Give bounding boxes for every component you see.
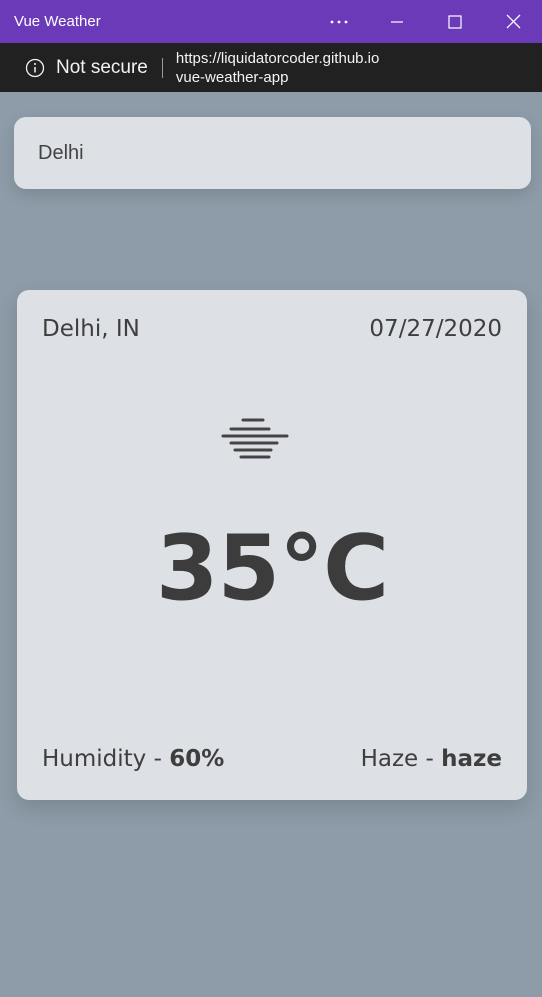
maximize-button[interactable] [426,0,484,43]
close-icon [506,14,520,29]
ellipsis-icon [330,20,348,23]
info-icon[interactable] [25,58,45,78]
address-separator [161,57,163,78]
window-titlebar: Vue Weather [0,0,542,43]
humidity-label: Humidity - [42,746,170,772]
window-title: Vue Weather [14,13,101,30]
city-search-input[interactable] [14,117,531,189]
url-path: vue-weather-app [175,68,289,86]
condition-label: Haze - [360,746,442,772]
close-button[interactable] [484,0,542,43]
url-text[interactable]: https://liquidatorcoder.github.io vue-we… [176,49,379,87]
url-host: https://liquidatorcoder.github.io [175,49,380,67]
security-status[interactable]: Not secure [56,57,148,79]
address-bar[interactable]: Not secure https://liquidatorcoder.githu… [0,43,542,92]
humidity-info: Humidity - 60% [42,746,224,772]
maximize-icon [448,14,462,29]
weather-card: Delhi, IN 07/27/2020 35°C Humidity - 60%… [17,290,527,800]
temperature-value: 35°C [155,516,389,621]
condition-value: haze [441,746,502,772]
condition-info: Haze - haze [361,746,502,772]
date-label: 07/27/2020 [369,316,502,342]
humidity-value: 60% [169,746,225,772]
haze-icon [221,418,289,459]
more-options-button[interactable] [310,0,368,43]
weather-details: Humidity - 60% Haze - haze [42,746,502,772]
minimize-icon [391,20,403,23]
minimize-button[interactable] [368,0,426,43]
location-label: Delhi, IN [42,316,140,342]
